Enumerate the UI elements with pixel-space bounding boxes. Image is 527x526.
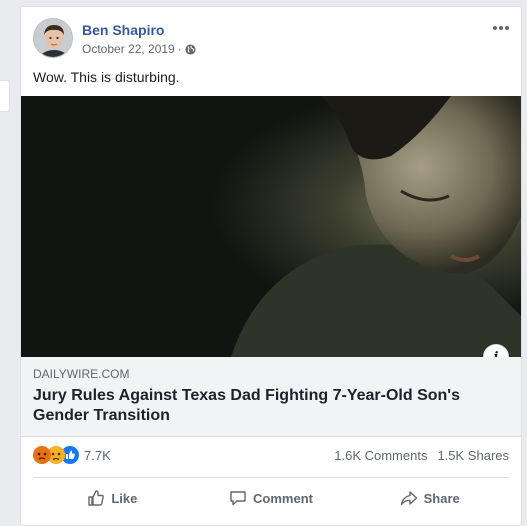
- post-actions: Like Comment Share: [33, 482, 509, 514]
- comment-bubble-icon: [229, 489, 247, 507]
- link-headline[interactable]: Jury Rules Against Texas Dad Fighting 7-…: [33, 386, 509, 426]
- link-domain: DAILYWIRE.COM: [33, 367, 130, 381]
- reactions-count: 7.7K: [84, 447, 111, 463]
- share-button[interactable]: Share: [350, 482, 509, 514]
- like-button[interactable]: Like: [33, 482, 192, 514]
- adjacent-panel-edge: [0, 80, 10, 112]
- share-label: Share: [423, 490, 460, 506]
- more-options-icon[interactable]: [489, 18, 513, 38]
- comments-count-link[interactable]: 1.6K Comments: [334, 448, 427, 463]
- globe-icon[interactable]: [185, 43, 196, 55]
- comment-button[interactable]: Comment: [192, 482, 351, 514]
- shares-count-link[interactable]: 1.5K Shares: [437, 448, 509, 463]
- profile-photo-icon: [34, 19, 72, 57]
- angry-reaction-icon: [33, 446, 51, 464]
- engagement-counts: 1.6K Comments 1.5K Shares: [334, 448, 509, 463]
- meta-separator: ·: [177, 42, 182, 56]
- like-label: Like: [111, 490, 138, 506]
- share-arrow-icon: [400, 489, 418, 507]
- post-meta: October 22, 2019 ·: [82, 42, 196, 56]
- link-preview-body[interactable]: DAILYWIRE.COM Jury Rules Against Texas D…: [21, 357, 521, 437]
- thumbs-up-icon: [87, 489, 105, 507]
- post-timestamp[interactable]: October 22, 2019: [82, 42, 175, 56]
- post-author-name[interactable]: Ben Shapiro: [82, 22, 164, 38]
- post-stats: 7.7K 1.6K Comments 1.5K Shares: [33, 444, 509, 466]
- post-caption: Wow. This is disturbing.: [33, 69, 180, 85]
- post-card: Ben Shapiro October 22, 2019 · Wow. This…: [20, 6, 522, 526]
- avatar[interactable]: [33, 18, 73, 58]
- reactions-summary[interactable]: 7.7K: [33, 446, 111, 464]
- comment-label: Comment: [253, 490, 313, 506]
- post-header: Ben Shapiro October 22, 2019 ·: [33, 18, 509, 60]
- link-preview-image[interactable]: [21, 96, 521, 357]
- actions-divider: [33, 477, 509, 478]
